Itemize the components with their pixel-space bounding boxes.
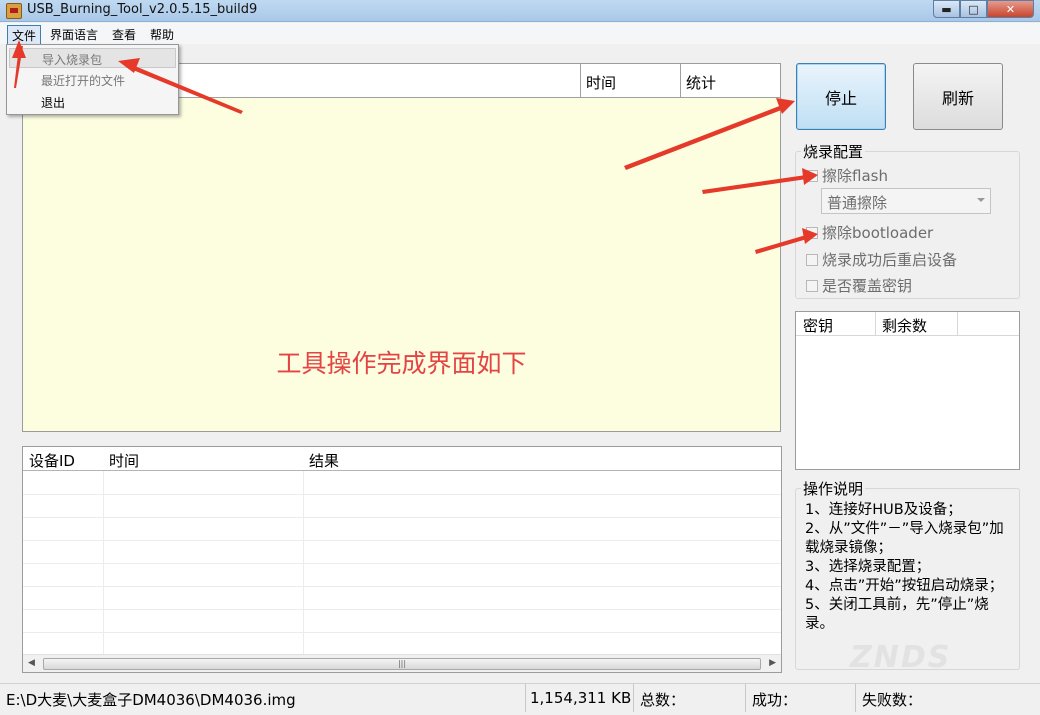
erase-mode-select[interactable]: 普通擦除 — [821, 188, 991, 214]
table-row — [23, 563, 781, 564]
checkbox-icon[interactable] — [806, 279, 818, 292]
status-file-path: E:\D大麦\大麦盒子DM4036\DM4036.img — [6, 684, 526, 712]
table-row — [23, 494, 781, 495]
close-icon: ✕ — [1005, 2, 1016, 16]
erase-flash-checkbox[interactable]: 擦除flash — [806, 165, 888, 186]
menu-item-recent-files[interactable]: 最近打开的文件 — [9, 70, 176, 90]
column-header-stats[interactable]: 统计 — [680, 64, 780, 98]
minimize-button[interactable]: ▬ — [933, 0, 960, 18]
instruction-line: 3、选择烧录配置； — [805, 559, 931, 575]
erase-flash-label: 擦除flash — [822, 167, 888, 185]
device-progress-panel: 时间 统计 工具操作完成界面如下 — [22, 63, 781, 432]
result-table-header: 设备ID 时间 结果 — [23, 447, 781, 471]
instructions-title: 操作说明 — [801, 478, 866, 499]
title-bar: USB_Burning_Tool_v2.0.5.15_build9 ▬ □ ✕ — [0, 0, 1040, 22]
maximize-icon: □ — [968, 2, 979, 16]
watermark-logo: ZNDS — [850, 640, 952, 675]
app-icon — [6, 3, 22, 19]
stop-button[interactable]: 停止 — [796, 63, 886, 130]
window-controls: ▬ □ ✕ — [933, 0, 1034, 19]
instruction-line: 2、从”文件”－”导入烧录包”加载烧录镜像； — [805, 521, 1004, 556]
column-header-device-id[interactable]: 设备ID — [29, 450, 75, 471]
menu-help[interactable]: 帮助 — [146, 25, 178, 44]
key-table-header: 密钥 剩余数 — [796, 312, 1019, 336]
chevron-down-icon — [977, 198, 985, 202]
status-bar: E:\D大麦\大麦盒子DM4036\DM4036.img 1,154,311 K… — [0, 683, 1040, 715]
menu-language[interactable]: 界面语言 — [46, 25, 102, 44]
menu-item-import-package[interactable]: 导入烧录包 — [9, 48, 176, 68]
table-row — [23, 517, 781, 518]
status-file-size: 1,154,311 KB — [530, 684, 634, 712]
instructions-text: 1、连接好HUB及设备； 2、从”文件”－”导入烧录包”加载烧录镜像； 3、选择… — [805, 501, 1010, 634]
overwrite-key-label: 是否覆盖密钥 — [822, 277, 913, 295]
result-list-panel: 设备ID 时间 结果 ◀ ||| ▶ — [22, 446, 782, 673]
file-dropdown-menu: 导入烧录包 最近打开的文件 退出 — [6, 44, 179, 115]
status-total: 总数： — [640, 684, 746, 712]
column-header-remaining[interactable]: 剩余数 — [882, 315, 927, 336]
instruction-line: 1、连接好HUB及设备； — [805, 502, 962, 518]
annotation-text: 工具操作完成界面如下 — [276, 349, 527, 378]
close-button[interactable]: ✕ — [987, 0, 1034, 18]
maximize-button[interactable]: □ — [960, 0, 987, 18]
reboot-after-checkbox[interactable]: 烧录成功后重启设备 — [806, 249, 957, 270]
overwrite-key-checkbox[interactable]: 是否覆盖密钥 — [806, 275, 912, 296]
minimize-icon: ▬ — [941, 2, 952, 16]
scroll-left-icon[interactable]: ◀ — [28, 658, 35, 668]
reboot-after-label: 烧录成功后重启设备 — [822, 251, 958, 269]
burn-config-title: 烧录配置 — [801, 141, 866, 162]
column-header-time[interactable]: 时间 — [580, 64, 680, 98]
table-row — [23, 609, 781, 610]
horizontal-scrollbar[interactable]: ◀ ||| ▶ — [23, 654, 781, 672]
menu-file[interactable]: 文件 — [7, 25, 42, 46]
column-header-key[interactable]: 密钥 — [803, 315, 833, 336]
instruction-line: 4、点击”开始”按钮启动烧录； — [805, 578, 1004, 594]
checkbox-icon[interactable] — [806, 253, 818, 266]
menu-bar: 文件 界面语言 查看 帮助 — [0, 23, 1040, 46]
instruction-line: 5、关闭工具前，先”停止”烧录。 — [805, 597, 989, 632]
erase-mode-value: 普通擦除 — [827, 194, 888, 212]
checkbox-icon[interactable] — [806, 169, 818, 182]
window-title: USB_Burning_Tool_v2.0.5.15_build9 — [27, 2, 258, 17]
scrollbar-thumb[interactable]: ||| — [43, 658, 761, 670]
column-divider — [957, 312, 958, 336]
key-table-panel: 密钥 剩余数 — [795, 311, 1020, 470]
erase-bootloader-label: 擦除bootloader — [822, 224, 934, 242]
status-fail: 失败数： — [862, 691, 923, 709]
menu-view[interactable]: 查看 — [108, 25, 140, 44]
menu-item-exit[interactable]: 退出 — [9, 92, 176, 112]
column-header-result[interactable]: 结果 — [309, 450, 339, 471]
column-header-time[interactable]: 时间 — [109, 450, 139, 471]
table-row — [23, 540, 781, 541]
table-row — [23, 632, 781, 633]
column-divider — [875, 312, 876, 336]
erase-bootloader-checkbox[interactable]: 擦除bootloader — [806, 222, 933, 243]
table-row — [23, 586, 781, 587]
scroll-right-icon[interactable]: ▶ — [769, 658, 776, 668]
refresh-button[interactable]: 刷新 — [913, 63, 1003, 130]
checkbox-icon[interactable] — [806, 226, 818, 239]
status-success: 成功： — [752, 684, 856, 712]
